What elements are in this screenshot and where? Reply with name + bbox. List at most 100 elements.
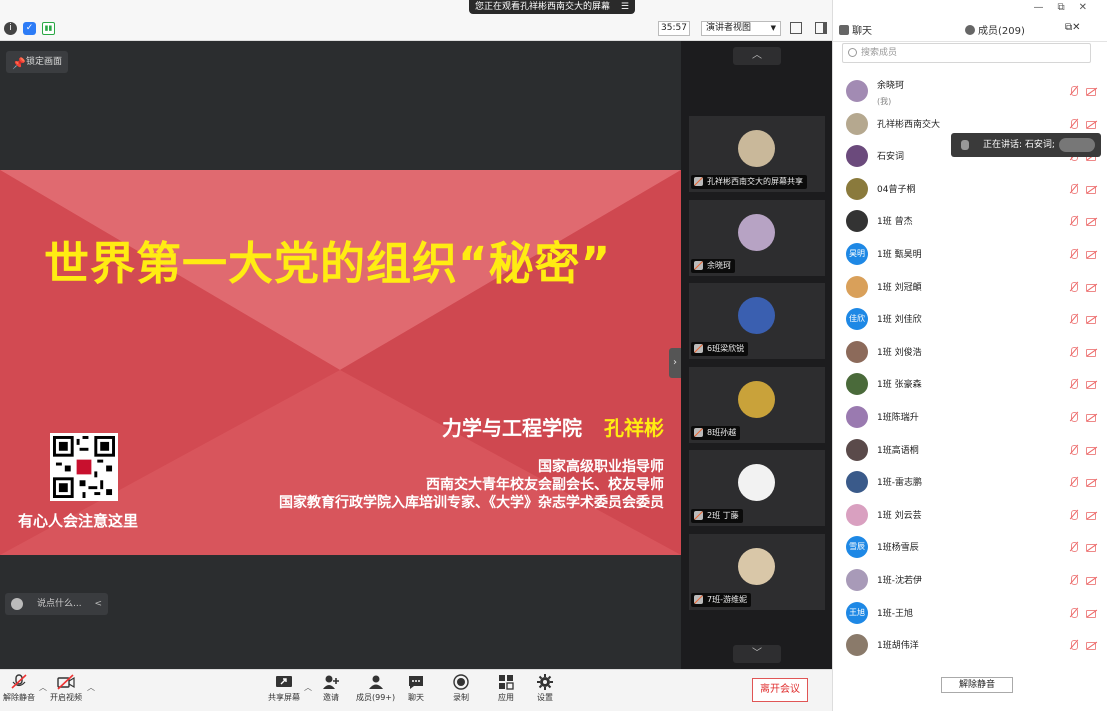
settings-button[interactable]: 设置 [536,674,554,703]
members-button[interactable]: 成员(99+) [356,674,395,703]
member-row[interactable]: 1班 刘俊浩 [833,335,1107,368]
camera-off-icon[interactable] [1086,445,1097,455]
menu-icon[interactable]: ☰ [621,0,629,14]
camera-off-icon[interactable] [1086,542,1097,553]
camera-off-icon[interactable] [1086,412,1097,422]
video-thumbnail[interactable]: 6班梁欣锐 [689,283,825,359]
chevron-up-icon[interactable]: ︿ [87,682,95,693]
lock-view-button[interactable]: 📌 锁定画面 [6,51,68,73]
member-search-input[interactable]: 搜索成员 [842,43,1091,63]
camera-off-icon[interactable] [1086,282,1097,292]
mic-off-icon[interactable] [1068,249,1079,259]
mic-off-icon[interactable] [1068,314,1079,325]
camera-off-icon[interactable] [1086,575,1097,585]
signal-icon[interactable]: ▮▮ [42,22,55,35]
camera-off-icon[interactable] [1086,608,1097,618]
mic-off-icon[interactable] [1068,216,1079,227]
window-controls[interactable]: —⧉✕ [1033,2,1101,13]
unmute-button[interactable]: 解除静音 [3,674,35,703]
fullscreen-icon[interactable] [790,22,802,34]
video-thumbnail[interactable]: 2班 丁藤 [689,450,825,526]
camera-off-icon[interactable] [1086,249,1097,259]
member-row[interactable]: 余晓珂 (我) [833,74,1107,107]
member-row[interactable]: 1班 刘云芸 [833,498,1107,531]
member-row[interactable]: 1班-雷志鹏 [833,465,1107,498]
tab-members[interactable]: 成员(209) [965,22,1025,37]
screen-share-banner[interactable]: 您正在观看孔祥彬西南交大的屏幕 ☰ [469,0,635,14]
member-row[interactable]: 雪辰 1班杨雪辰 [833,530,1107,563]
member-row[interactable]: 王旭 1班-王旭 [833,596,1107,629]
video-thumbnail[interactable]: 余晓珂 [689,199,825,276]
camera-off-icon[interactable] [1086,477,1097,488]
quick-chat-input[interactable]: 说点什么... < [5,593,108,615]
mic-off-icon[interactable] [1068,281,1079,292]
member-row[interactable]: 1班-沈若伊 [833,563,1107,596]
mic-off-icon[interactable] [1068,346,1079,357]
mic-off-icon[interactable] [1068,444,1079,455]
camera-off-icon[interactable] [1086,379,1097,390]
info-icon[interactable]: i [4,22,17,35]
video-thumbnail[interactable]: 孔祥彬西南交大的屏幕共享 [689,116,825,192]
chevron-up-icon[interactable]: ︿ [304,682,312,693]
leave-meeting-button[interactable]: 离开会议 [752,678,808,702]
chat-button[interactable]: 聊天 [407,674,425,703]
member-row[interactable]: 1班 刘冠頔 [833,270,1107,303]
member-row[interactable]: 1班 张豪森 [833,367,1107,400]
camera-off-icon[interactable] [1086,510,1097,520]
emoji-icon[interactable] [11,598,23,610]
record-button[interactable]: 录制 [452,674,470,703]
view-mode-select[interactable]: 演讲者视图 ▼ [701,21,781,36]
camera-off-icon[interactable] [1086,640,1097,651]
tab-controls[interactable]: ⧉✕ [1065,22,1081,33]
chevron-up-icon[interactable]: ︿ [39,682,47,693]
mic-off-icon[interactable] [1068,379,1079,390]
collapse-arrow-icon[interactable]: < [94,593,102,615]
camera-off-icon[interactable] [1086,184,1097,194]
mic-off-icon[interactable] [1068,183,1079,194]
avatar [846,503,868,526]
mic-off-icon[interactable] [1068,542,1079,553]
tab-chat[interactable]: 聊天 [839,22,872,37]
member-row[interactable]: 1班陈瑞升 [833,400,1107,433]
shared-screen-area: 📌 锁定画面 世界第一大党的组织“秘密” 力学与工程学院 孔祥彬 国家高级职业指导… [0,41,681,669]
shield-icon[interactable]: ✓ [23,22,36,35]
mic-off-icon[interactable] [1068,477,1079,488]
popout-close-icons[interactable]: ⧉✕ [1065,22,1081,33]
scroll-up-button[interactable]: ︿ [733,47,781,65]
member-row[interactable]: 1班高语桐 [833,433,1107,466]
collapse-gallery-button[interactable]: › [669,348,681,378]
video-thumbnail[interactable]: 7班-游维妮 [689,533,825,610]
video-thumbnail[interactable]: 8班孙越 [689,366,825,443]
apps-button[interactable]: 应用 [497,674,515,703]
mic-off-icon[interactable] [1068,412,1079,422]
member-row[interactable]: 佳欣 1班 刘佳欣 [833,302,1107,335]
camera-off-icon[interactable] [1086,347,1097,357]
start-video-button[interactable]: 开启视频 [50,674,82,703]
camera-off-icon[interactable] [1086,216,1097,227]
mic-off-icon[interactable] [1068,640,1079,651]
camera-off-icon[interactable] [1086,86,1097,96]
share-screen-button[interactable]: 共享屏幕 [268,674,300,703]
avatar [846,80,868,102]
scroll-down-button[interactable]: ﹀ [733,645,781,663]
member-row[interactable]: 1班胡伟洋 [833,628,1107,661]
sidebar-toggle-icon[interactable] [815,22,827,34]
member-row[interactable]: 昊明 1班 甄昊明 [833,237,1107,270]
member-row[interactable]: 1班 曾杰 [833,204,1107,237]
speaking-tooltip-text: 正在讲话: 石安词; [983,140,1055,150]
camera-off-icon[interactable] [1086,314,1097,325]
mic-off-icon[interactable] [1068,86,1079,96]
author-school: 力学与工程学院 [442,416,582,440]
avatar [738,547,775,585]
meeting-timer: 35:57 [658,21,690,36]
mic-off-icon[interactable] [1068,118,1079,129]
member-name: 1班陈瑞升 [877,413,919,423]
invite-button[interactable]: 邀请 [322,674,340,703]
member-row[interactable]: 04曾子桐 [833,172,1107,205]
mic-off-icon[interactable] [1068,607,1079,618]
mic-off-icon[interactable] [1068,509,1079,520]
unmute-all-button[interactable]: 解除静音 [941,677,1013,693]
screen-banner-text: 您正在观看孔祥彬西南交大的屏幕 [475,2,611,12]
camera-off-icon[interactable] [1086,119,1097,129]
mic-off-icon[interactable] [1068,575,1079,585]
